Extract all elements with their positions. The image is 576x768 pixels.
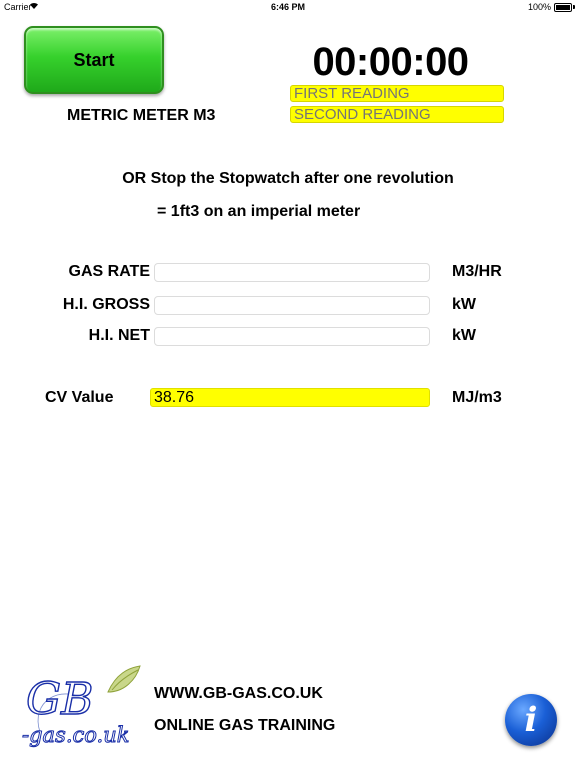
- info-icon: i: [524, 700, 538, 740]
- cv-value-label: CV Value: [45, 389, 114, 406]
- gas-rate-label: GAS RATE: [68, 263, 150, 280]
- gb-gas-logo: GB -gas.co.uk: [22, 665, 141, 748]
- hi-gross-field[interactable]: [154, 296, 430, 315]
- gas-rate-unit: M3/HR: [452, 263, 502, 280]
- cv-unit: MJ/m3: [452, 389, 502, 406]
- website-url[interactable]: WWW.GB-GAS.CO.UK: [154, 685, 323, 703]
- first-reading-field[interactable]: [290, 85, 504, 102]
- tagline: ONLINE GAS TRAINING: [154, 717, 336, 734]
- meter-type-label[interactable]: METRIC METER M3: [67, 107, 215, 125]
- logo-gas-text: -gas.co.uk: [22, 723, 129, 747]
- battery-icon: [554, 3, 572, 12]
- second-reading-field[interactable]: [290, 106, 504, 123]
- info-button[interactable]: i: [505, 694, 557, 746]
- instruction-stop-stopwatch: OR Stop the Stopwatch after one revoluti…: [122, 170, 454, 187]
- hi-net-label: H.I. NET: [88, 327, 150, 344]
- stopwatch-display: 00:00:00: [312, 40, 469, 84]
- clock: 6:46 PM: [270, 2, 305, 12]
- status-bar: Carrier 6:46 PM 100%: [0, 0, 576, 14]
- gas-rate-field[interactable]: [154, 263, 430, 282]
- battery-percentage: 100%: [527, 2, 551, 12]
- hi-net-unit: kW: [452, 327, 476, 344]
- hi-net-field[interactable]: [154, 327, 430, 346]
- start-button[interactable]: Start: [24, 26, 164, 94]
- instruction-imperial-meter: = 1ft3 on an imperial meter: [157, 203, 361, 220]
- hi-gross-label: H.I. GROSS: [62, 296, 150, 313]
- hi-gross-unit: kW: [452, 296, 476, 313]
- cv-value-field[interactable]: [150, 388, 430, 407]
- logo-gb-text: GB: [26, 674, 93, 725]
- battery-tip: [573, 5, 575, 9]
